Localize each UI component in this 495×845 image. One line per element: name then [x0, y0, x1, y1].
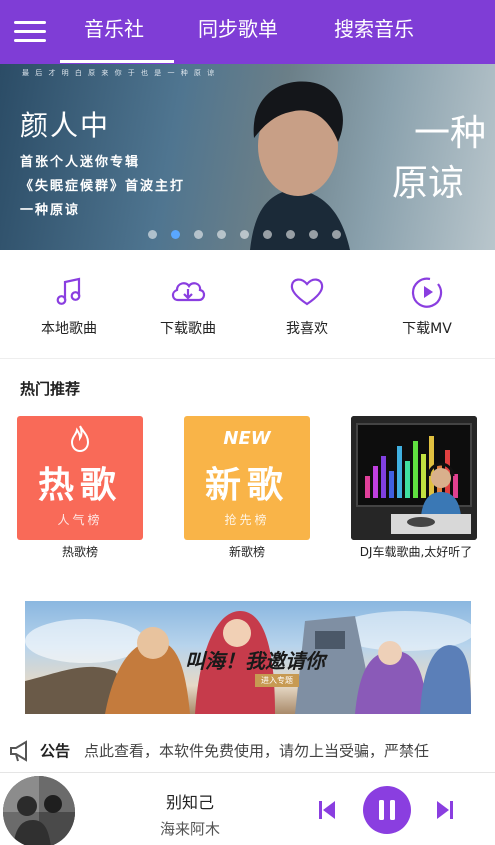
banner-carousel[interactable]: 最 后 才 明 白 原 来 你 于 也 是 一 种 原 谅 颜人中 首张个人迷你…: [0, 64, 495, 250]
hot-songs-caption: 热歌榜: [61, 545, 98, 559]
favorites-button[interactable]: 我喜欢: [262, 262, 352, 338]
carousel-dot[interactable]: [240, 230, 249, 239]
game-promo-banner[interactable]: 叫海！我邀请你 进入专题: [25, 601, 471, 714]
tab-search-music[interactable]: 搜索音乐: [334, 16, 414, 42]
player-bar: 别知己 海来阿木: [0, 772, 495, 845]
heart-icon: [290, 278, 324, 306]
notice-marquee: 点此查看，本软件免费使用，请勿上当受骗，严禁任: [84, 742, 430, 760]
download-songs-button[interactable]: 下载歌曲: [143, 262, 233, 338]
play-circle-icon: [411, 277, 443, 308]
tab-music-community[interactable]: 音乐社: [84, 16, 144, 42]
banner-brand-title: 一种 原谅: [392, 113, 487, 204]
carousel-dot[interactable]: [263, 230, 272, 239]
carousel-dot[interactable]: [286, 230, 295, 239]
top-bar: 音乐社 同步歌单 搜索音乐: [0, 0, 495, 64]
new-tag: NEW: [223, 428, 271, 449]
banner-line-3: 一种原谅: [20, 203, 81, 218]
album-cover[interactable]: [3, 776, 75, 845]
flame-icon: [70, 425, 90, 452]
dj-equalizer-image: [351, 416, 477, 540]
notice-label: 公告: [40, 742, 71, 760]
notice-bar[interactable]: 公告 点此查看，本软件免费使用，请勿上当受骗，严禁任: [0, 730, 495, 770]
active-tab-indicator: [60, 60, 174, 63]
local-songs-button[interactable]: 本地歌曲: [24, 262, 114, 338]
carousel-dot[interactable]: [194, 230, 203, 239]
carousel-dot[interactable]: [148, 230, 157, 239]
tab-sync-playlist[interactable]: 同步歌单: [198, 16, 278, 42]
section-divider: [0, 358, 495, 359]
banner-singer: 颜人中: [20, 109, 111, 142]
hot-songs-card[interactable]: 热歌 人气榜: [17, 416, 143, 540]
dj-songs-caption: DJ车载歌曲,太好听了: [359, 545, 473, 559]
hot-recommend-title: 热门推荐: [20, 380, 81, 398]
now-playing-artist: 海来阿木: [159, 820, 220, 838]
next-track-icon[interactable]: [436, 799, 454, 821]
menu-icon[interactable]: [14, 19, 46, 45]
new-songs-caption: 新歌榜: [228, 545, 265, 559]
carousel-dot[interactable]: [171, 230, 180, 239]
banner-line-2: 《失眠症候群》首波主打: [20, 179, 186, 194]
album-cover-image: [3, 776, 75, 845]
carousel-indicators: [148, 224, 355, 239]
carousel-dot[interactable]: [309, 230, 318, 239]
banner-line-1: 首张个人迷你专辑: [20, 155, 141, 170]
download-mv-button[interactable]: 下载MV: [382, 262, 472, 338]
now-playing-title: 别知己: [165, 793, 214, 812]
speaker-icon: [10, 740, 27, 762]
carousel-dot[interactable]: [332, 230, 341, 239]
pause-button[interactable]: [363, 786, 411, 834]
game-promo-slogan: 叫海！我邀请你: [185, 649, 325, 673]
quick-actions: 本地歌曲 下载歌曲 我喜欢 下载MV: [0, 262, 495, 350]
carousel-dot[interactable]: [217, 230, 226, 239]
music-note-icon: [56, 277, 81, 305]
previous-track-icon[interactable]: [318, 799, 336, 821]
dj-songs-card[interactable]: [351, 416, 477, 540]
game-enter-button[interactable]: 进入专题: [255, 674, 299, 687]
new-songs-card[interactable]: NEW 新歌 抢先榜: [184, 416, 310, 540]
cloud-download-icon: [171, 282, 206, 302]
